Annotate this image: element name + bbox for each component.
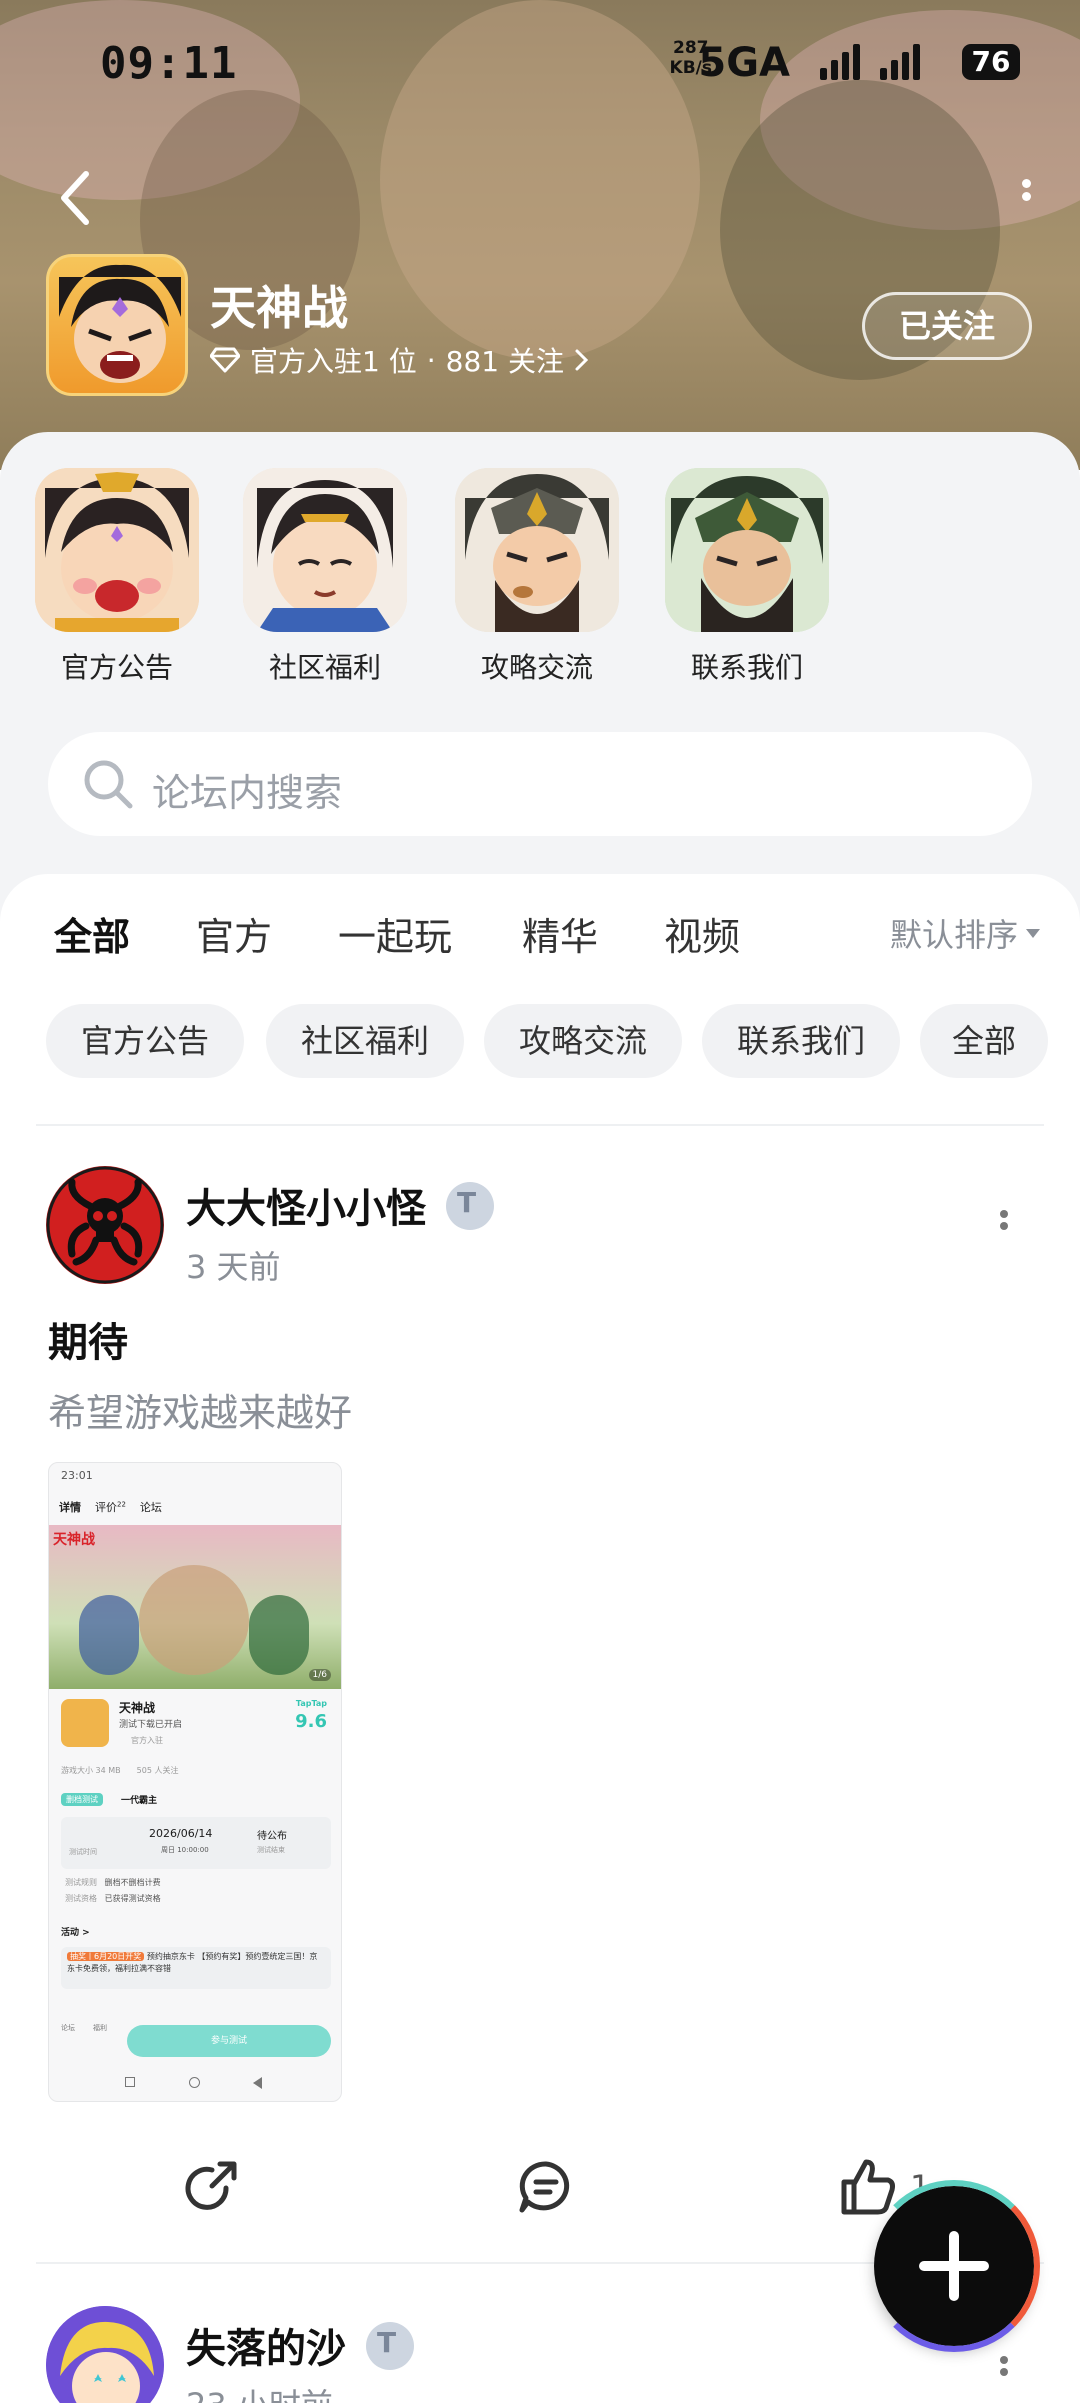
post-author-avatar[interactable] — [46, 1166, 164, 1284]
sort-label: 默认排序 — [889, 916, 1018, 954]
create-post-button[interactable] — [868, 2180, 1040, 2352]
post-more-icon[interactable] — [997, 1206, 1011, 1246]
thumb-rule: 测试资格 已获得测试资格 — [65, 1894, 161, 1903]
official-rank: 官方入驻1 位 — [250, 345, 417, 378]
more-menu-icon[interactable] — [1016, 175, 1036, 215]
tab-play-together[interactable]: 一起玩 — [338, 906, 452, 961]
thumb-status-time: 23:01 — [61, 1469, 93, 1482]
signal-icon-2 — [880, 44, 920, 80]
badge-letter: T — [377, 2326, 397, 2359]
thumb-nav-circle — [189, 2077, 200, 2088]
shortcut-welfare[interactable]: 社区福利 — [240, 468, 410, 686]
announcements-avatar-icon — [35, 468, 199, 632]
comment-icon[interactable] — [516, 2158, 576, 2216]
thumb-banner-hero-left — [79, 1595, 139, 1675]
post-more-icon[interactable] — [997, 2352, 1011, 2392]
thumb-nav-welfare: 福利 — [93, 2024, 107, 2032]
post-time: 23 小时前 — [186, 2380, 333, 2403]
status-time: 09:11 — [100, 38, 238, 89]
post-time: 3 天前 — [186, 1248, 281, 1286]
thumb-banner: 天神战 1/6 — [49, 1525, 341, 1689]
game-subtitle: 官方入驻1 位 · 881 关注 — [210, 340, 590, 380]
shortcut-label: 社区福利 — [268, 651, 381, 684]
subtitle-separator: · — [426, 343, 436, 377]
thumb-score: 9.6 — [295, 1711, 327, 1732]
tab-official[interactable]: 官方 — [196, 906, 272, 961]
badge-letter: T — [457, 1186, 477, 1219]
chip-guides[interactable]: 攻略交流 — [484, 1004, 682, 1078]
thumb-schedule: 测试时间 2026/06/14 周日 10:00:00 待公布 测试结束 — [61, 1817, 331, 1869]
followers-link[interactable]: 881 关注 — [446, 340, 564, 380]
chip-announcements[interactable]: 官方公告 — [46, 1004, 244, 1078]
thumb-game-desc: 测试下载已开启 — [119, 1720, 183, 1730]
divider — [36, 1124, 1044, 1126]
hydra-logo-icon — [46, 1166, 164, 1284]
thumb-official: 官方入驻 — [131, 1736, 163, 1745]
thumb-tag: 删档测试 — [61, 1793, 103, 1806]
post-author-name[interactable]: 大大怪小小怪 — [186, 1176, 426, 1234]
follow-button[interactable]: 已关注 — [862, 292, 1032, 360]
thumb-activity: 活动 > — [61, 1928, 90, 1938]
thumb-tab: 详情 — [59, 1501, 81, 1514]
thumb-banner-hero — [139, 1565, 249, 1675]
post-author-name[interactable]: 失落的沙 — [186, 2316, 346, 2374]
signal-icon — [820, 44, 860, 80]
thumb-tag-name: 一代霸主 — [121, 1796, 158, 1806]
status-bar: 09:11 287 KB/s 5GA 76 — [100, 38, 1020, 89]
shortcut-label: 官方公告 — [60, 651, 173, 684]
user-level-badge: T — [366, 2322, 414, 2370]
shortcut-row: 官方公告 社区福利 攻略交流 联系我们 — [0, 468, 1080, 688]
chip-contact[interactable]: 联系我们 — [702, 1004, 900, 1078]
thumb-rule: 测试规则 删档不删档计费 — [65, 1878, 161, 1887]
thumb-banner-title: 天神战 — [53, 1532, 95, 1548]
user-level-badge: T — [446, 1182, 494, 1230]
thumb-tab: 论坛 — [139, 1501, 162, 1514]
game-title: 天神战 — [210, 281, 348, 335]
thumb-tab: 评价22 — [95, 1500, 126, 1514]
thumb-tabs: 详情 评价22 论坛 — [59, 1499, 162, 1515]
shortcut-label: 攻略交流 — [480, 651, 593, 684]
guides-avatar-icon — [455, 468, 619, 632]
thumb-meta: 游戏大小 34 MB 505 人关注 — [61, 1766, 179, 1775]
shortcut-guides[interactable]: 攻略交流 — [452, 468, 622, 686]
chip-all[interactable]: 全部 — [920, 1004, 1048, 1078]
post-body[interactable]: 希望游戏越来越好 — [48, 1382, 352, 1437]
thumb-nav-forum: 论坛 — [61, 2024, 75, 2032]
caret-down-icon — [1026, 928, 1040, 938]
tab-video[interactable]: 视频 — [664, 906, 740, 961]
thumb-banner-hero-right — [249, 1595, 309, 1675]
tab-all[interactable]: 全部 — [54, 906, 130, 961]
welfare-avatar-icon — [243, 468, 407, 632]
share-icon[interactable] — [182, 2158, 240, 2216]
post-title[interactable]: 期待 — [48, 1310, 128, 1368]
diamond-icon — [210, 347, 240, 373]
tab-featured[interactable]: 精华 — [522, 906, 598, 961]
thumb-game-icon — [61, 1699, 109, 1747]
thumb-score-label: TapTap — [295, 1699, 327, 1708]
shortcut-label: 联系我们 — [690, 651, 803, 684]
plus-icon — [919, 2231, 989, 2301]
thumb-game-name: 天神战 — [119, 1701, 156, 1715]
search-icon — [84, 760, 133, 809]
network-type: 5GA — [698, 40, 790, 86]
back-icon[interactable] — [56, 168, 96, 228]
thumb-nav-back — [253, 2077, 262, 2089]
game-icon-art — [59, 264, 181, 383]
shortcut-announcements[interactable]: 官方公告 — [32, 468, 202, 686]
chip-welfare[interactable]: 社区福利 — [266, 1004, 464, 1078]
post-image[interactable]: 23:01 详情 评价22 论坛 天神战 1/6 天神战 测试下载已开启 官方入… — [48, 1462, 342, 2102]
chevron-right-icon[interactable] — [574, 347, 590, 373]
game-icon — [46, 254, 188, 396]
search-input[interactable]: 论坛内搜索 — [152, 762, 342, 817]
battery-icon: 76 — [962, 44, 1020, 80]
contact-avatar-icon — [665, 468, 829, 632]
sort-dropdown[interactable]: 默认排序 — [890, 910, 1040, 956]
shortcut-contact[interactable]: 联系我们 — [662, 468, 832, 686]
thumb-promo: 抽奖丨6月20日开奖 预约抽京东卡 【预约有奖】预约壹统定三国！京东卡免费领，福… — [61, 1947, 331, 1989]
thumb-nav-square — [125, 2077, 135, 2087]
thumb-cta: 参与测试 — [127, 2025, 331, 2057]
thumb-page-indicator: 1/6 — [308, 1669, 331, 1681]
forum-search-bar[interactable]: 论坛内搜索 — [48, 732, 1032, 836]
